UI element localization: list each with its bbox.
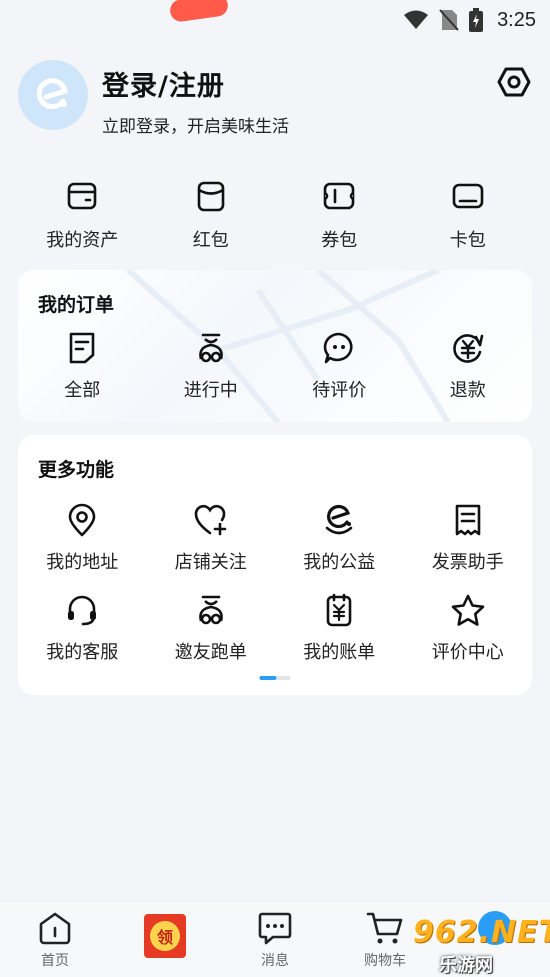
watermark-logo: 962.NET 乐游网 <box>409 913 550 976</box>
orders-row: 全部 进行中 待评价 退款 <box>18 330 532 402</box>
avatar[interactable] <box>18 60 88 130</box>
feature-customer-service-label: 我的客服 <box>46 642 119 663</box>
page-indicator <box>259 676 291 680</box>
battery-icon <box>469 8 484 32</box>
status-time: 3:25 <box>497 8 536 31</box>
wallet-coupons[interactable]: 券包 <box>275 178 404 258</box>
feature-my-charity[interactable]: 我的公益 <box>275 502 404 574</box>
star-icon <box>451 594 485 626</box>
orders-refund[interactable]: 退款 <box>404 330 533 402</box>
more-features-title: 更多功能 <box>38 459 115 481</box>
more-features-card: 更多功能 我的地址 店铺关注 我的公益 发票助手 我的客服 邀友跑单 我的账单 … <box>18 435 532 695</box>
orders-to-review-label: 待评价 <box>312 380 367 401</box>
document-icon <box>69 332 95 364</box>
scooter-icon <box>198 333 223 363</box>
feature-my-charity-label: 我的公益 <box>303 552 376 573</box>
settings-button[interactable] <box>496 64 532 100</box>
orders-all-label: 全部 <box>64 380 101 401</box>
feature-invoice-assistant-label: 发票助手 <box>431 552 504 573</box>
features-row-2: 我的客服 邀友跑单 我的账单 评价中心 <box>18 592 532 664</box>
nav-messages[interactable]: 消息 <box>220 902 330 977</box>
nav-messages-label: 消息 <box>261 953 289 969</box>
watermark-bottom-text: 乐游网 <box>439 955 493 976</box>
card-icon <box>452 183 484 209</box>
app-logo-icon <box>36 78 68 110</box>
nav-red-packet[interactable]: 领 <box>110 902 220 977</box>
login-subtitle: 立即登录，开启美味生活 <box>102 117 289 137</box>
location-icon <box>68 503 96 537</box>
red-packet-coin-text: 领 <box>150 921 180 951</box>
wallet-icon <box>67 182 97 210</box>
feature-my-bills[interactable]: 我的账单 <box>275 592 404 664</box>
my-orders-title: 我的订单 <box>38 294 115 316</box>
feature-invoice-assistant[interactable]: 发票助手 <box>404 502 533 574</box>
feature-store-follow-label: 店铺关注 <box>174 552 247 573</box>
feature-review-center[interactable]: 评价中心 <box>404 592 533 664</box>
charity-icon <box>325 504 353 535</box>
wallet-cards-label: 卡包 <box>449 230 486 251</box>
wallet-assets-label: 我的资产 <box>46 230 119 251</box>
red-packet-coin-icon: 领 <box>144 914 186 958</box>
feature-invite-rider-label: 邀友跑单 <box>174 642 247 663</box>
cart-icon <box>366 912 403 944</box>
status-bar: 3:25 <box>0 0 550 40</box>
wallet-cards[interactable]: 卡包 <box>404 178 533 258</box>
nav-cart-label: 购物车 <box>364 953 406 969</box>
watermark-top-text: 962.NET <box>413 915 550 950</box>
features-row-1: 我的地址 店铺关注 我的公益 发票助手 <box>18 502 532 574</box>
no-sim-icon <box>439 9 459 31</box>
page-dot-active <box>259 676 277 680</box>
my-orders-card: 我的订单 全部 进行中 待评价 退款 <box>18 270 532 422</box>
feature-review-center-label: 评价中心 <box>431 642 504 663</box>
feature-store-follow[interactable]: 店铺关注 <box>147 502 276 574</box>
feature-my-address-label: 我的地址 <box>46 552 119 573</box>
feature-invite-rider[interactable]: 邀友跑单 <box>147 592 276 664</box>
nav-home[interactable]: 首页 <box>0 902 110 977</box>
feature-my-address[interactable]: 我的地址 <box>18 502 147 574</box>
settings-icon <box>497 67 531 97</box>
wallet-coupons-label: 券包 <box>321 230 358 251</box>
home-icon <box>39 912 71 945</box>
feature-customer-service[interactable]: 我的客服 <box>18 592 147 664</box>
headset-icon <box>68 595 97 626</box>
message-icon <box>258 912 292 945</box>
chat-bubble-icon <box>324 332 353 364</box>
refund-icon <box>453 334 484 363</box>
wallet-assets[interactable]: 我的资产 <box>18 178 147 258</box>
coupon-icon <box>323 182 355 210</box>
wallet-red-packet-label: 红包 <box>192 230 229 251</box>
receipt-icon <box>455 504 481 536</box>
red-packet-icon <box>197 181 225 212</box>
wifi-icon <box>404 10 429 29</box>
heart-plus-icon <box>194 504 227 536</box>
orders-refund-label: 退款 <box>449 380 486 401</box>
nav-home-label: 首页 <box>41 953 69 969</box>
orders-in-progress-label: 进行中 <box>183 380 238 401</box>
page-dot <box>276 676 291 680</box>
profile-header[interactable]: 登录/注册 立即登录，开启美味生活 <box>18 60 532 140</box>
orders-to-review[interactable]: 待评价 <box>275 330 404 402</box>
orders-in-progress[interactable]: 进行中 <box>147 330 276 402</box>
orders-all[interactable]: 全部 <box>18 330 147 402</box>
wallet-row: 我的资产 红包 券包 卡包 <box>18 178 532 258</box>
login-register-link[interactable]: 登录/注册 <box>102 64 225 103</box>
scooter-icon <box>198 595 223 625</box>
wallet-red-packet[interactable]: 红包 <box>147 178 276 258</box>
feature-my-bills-label: 我的账单 <box>303 642 376 663</box>
bill-icon <box>326 593 352 627</box>
